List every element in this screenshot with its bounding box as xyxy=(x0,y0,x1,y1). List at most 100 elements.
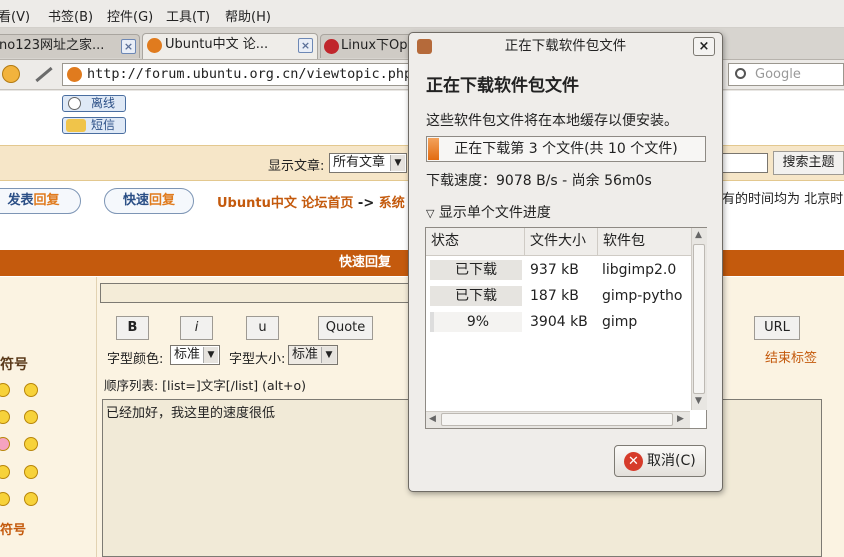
row-size: 3904 kB xyxy=(530,314,588,330)
close-tags-link[interactable]: 结束标签 xyxy=(765,347,817,366)
file-progress-list: 状态 文件大小 软件包 已下载 937 kB libgimp2.0 已下载 18… xyxy=(425,227,707,429)
message-text: 已经加好，我这里的速度很低 xyxy=(106,406,276,421)
message-button[interactable]: 短信 xyxy=(62,117,126,134)
scroll-up-icon[interactable]: ▲ xyxy=(695,230,702,240)
cancel-button[interactable]: ✕ 取消(C) xyxy=(614,445,706,477)
row-package: gimp xyxy=(602,314,638,330)
chevron-down-icon: ▼ xyxy=(203,347,218,363)
menu-bookmarks[interactable]: 书签(B) xyxy=(48,6,93,25)
font-color-label: 字型颜色: xyxy=(107,352,164,367)
show-posts-select[interactable]: 所有文章 ▼ xyxy=(329,153,407,173)
dialog-heading: 正在下载软件包文件 xyxy=(426,76,579,96)
post-reply-label: 发表回复 xyxy=(7,193,60,208)
file-progress-expander[interactable]: ▽ 显示单个文件进度 xyxy=(426,202,551,222)
quick-reply-button[interactable]: 快速回复 xyxy=(104,188,194,214)
smilies-panel xyxy=(0,277,97,557)
smiley-icon[interactable] xyxy=(24,437,38,451)
menu-addons[interactable]: 控件(G) xyxy=(107,6,153,25)
more-smilies-link[interactable]: 符号 xyxy=(0,519,26,538)
menu-help[interactable]: 帮助(H) xyxy=(225,6,271,25)
download-dialog: 正在下载软件包文件 × 正在下载软件包文件 这些软件包文件将在本地缓存以便安装。… xyxy=(408,32,723,492)
menu-view[interactable]: 看(V) xyxy=(0,6,30,25)
download-speed: 下载速度：9078 B/s - 尚余 56m0s xyxy=(426,173,652,189)
column-status[interactable]: 状态 xyxy=(426,228,524,256)
tab-ubuntu[interactable]: Ubuntu中文 论... × xyxy=(142,33,318,59)
site-favicon-icon xyxy=(324,39,339,54)
horizontal-scrollbar[interactable]: ◀ ▶ xyxy=(426,411,690,428)
scroll-thumb[interactable] xyxy=(441,413,673,426)
dialog-title: 正在下载软件包文件 xyxy=(504,38,627,54)
breadcrumb: Ubuntu中文 论坛首页 -> 系统 xyxy=(217,192,405,211)
dialog-titlebar[interactable]: 正在下载软件包文件 xyxy=(409,33,722,59)
package-icon xyxy=(417,39,432,54)
row-size: 187 kB xyxy=(530,288,579,304)
quote-button[interactable]: Quote xyxy=(318,316,373,340)
timezone-note: 有的时间均为 北京时间 xyxy=(722,192,844,207)
italic-button[interactable]: i xyxy=(180,316,213,340)
underline-button[interactable]: u xyxy=(246,316,279,340)
chevron-down-icon: ▼ xyxy=(321,347,336,363)
row-size: 937 kB xyxy=(530,262,579,278)
button-label-accent: 回复 xyxy=(149,193,176,208)
menubar: 看(V) 书签(B) 控件(G) 工具(T) 帮助(H) xyxy=(0,0,844,28)
smiley-icon[interactable] xyxy=(24,383,38,397)
close-button[interactable]: × xyxy=(693,37,715,56)
download-progress-bar: 正在下载第 3 个文件(共 10 个文件) xyxy=(426,136,706,162)
url-input[interactable]: http://forum.ubuntu.org.cn/viewtopic.php xyxy=(62,63,412,86)
scroll-right-icon[interactable]: ▶ xyxy=(677,414,684,424)
button-label-accent: 回复 xyxy=(33,193,60,208)
offline-badge[interactable]: 离线 xyxy=(62,95,126,112)
smiley-icon[interactable] xyxy=(24,465,38,479)
post-reply-button[interactable]: 发表回复 xyxy=(0,188,81,214)
tab-no123[interactable]: no123网址之家... × xyxy=(0,34,140,58)
font-size-select[interactable]: 标准 ▼ xyxy=(288,345,338,365)
edit-icon[interactable] xyxy=(35,66,53,83)
menu-tools[interactable]: 工具(T) xyxy=(166,6,210,25)
bold-button[interactable]: B xyxy=(116,316,149,340)
close-tab-icon[interactable]: × xyxy=(121,39,136,54)
cancel-icon: ✕ xyxy=(624,452,643,471)
tab-label: Ubuntu中文 论... xyxy=(165,37,269,52)
scroll-left-icon[interactable]: ◀ xyxy=(429,414,436,424)
expander-label: 显示单个文件进度 xyxy=(438,205,551,221)
scroll-thumb[interactable] xyxy=(693,244,705,394)
subject-input[interactable] xyxy=(100,283,420,303)
vertical-scrollbar[interactable]: ▲ ▼ xyxy=(691,228,707,410)
breadcrumb-section[interactable]: 系统 xyxy=(379,196,405,211)
smiley-icon[interactable] xyxy=(24,410,38,424)
ubuntu-favicon-icon xyxy=(67,67,82,82)
tab-label: no123网址之家... xyxy=(0,38,105,53)
tab-label: Linux下Op xyxy=(341,38,408,53)
show-posts-label: 显示文章: xyxy=(268,159,325,174)
url-button[interactable]: URL xyxy=(754,316,800,340)
row-status: 9% xyxy=(430,312,522,332)
row-package: libgimp2.0 xyxy=(602,262,677,278)
font-color-select[interactable]: 标准 ▼ xyxy=(170,345,220,365)
close-icon: × xyxy=(698,39,710,54)
breadcrumb-arrow: -> xyxy=(357,196,375,211)
dialog-description: 这些软件包文件将在本地缓存以便安装。 xyxy=(426,113,678,129)
font-color-value: 标准 xyxy=(174,347,201,362)
column-size[interactable]: 文件大小 xyxy=(524,228,597,256)
quick-reply-title: 快速回复 xyxy=(339,255,392,270)
search-topic-button[interactable]: 搜索主题 xyxy=(773,151,844,175)
search-topic-input[interactable] xyxy=(722,153,768,173)
breadcrumb-index[interactable]: 论坛首页 xyxy=(301,196,353,211)
font-size-value: 标准 xyxy=(292,347,319,362)
close-tab-icon[interactable]: × xyxy=(298,38,313,53)
search-input[interactable]: Google xyxy=(728,63,844,86)
font-size-label: 字型大小: xyxy=(229,352,286,367)
cancel-label: 取消(C) xyxy=(647,453,696,469)
tab-linux[interactable]: Linux下Op xyxy=(320,34,420,58)
search-placeholder: Google xyxy=(755,67,801,82)
list-hint: 顺序列表: [list=]文字[/list] (alt+o) xyxy=(104,378,306,393)
message-label: 短信 xyxy=(91,118,116,132)
row-status: 已下载 xyxy=(430,286,522,306)
arrow-icon[interactable] xyxy=(24,492,38,506)
reload-icon[interactable] xyxy=(2,65,20,83)
chevron-down-icon: ▽ xyxy=(426,207,435,220)
column-package[interactable]: 软件包 xyxy=(597,228,691,256)
url-text: http://forum.ubuntu.org.cn/viewtopic.php xyxy=(87,66,412,82)
breadcrumb-site[interactable]: Ubuntu中文 xyxy=(217,196,297,211)
scroll-down-icon[interactable]: ▼ xyxy=(695,396,702,406)
